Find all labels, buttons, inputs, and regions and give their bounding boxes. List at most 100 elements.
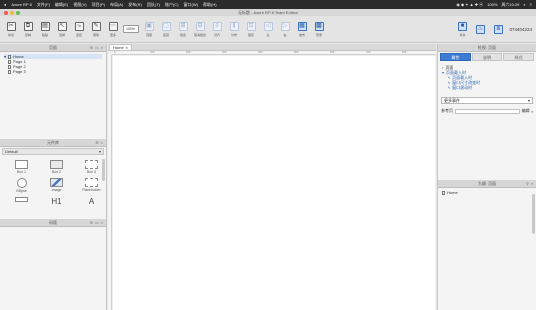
event-onscroll[interactable]: ϟ 窗口滚动时: [442, 85, 532, 90]
align-button[interactable]: ≡ 对齐: [210, 19, 224, 39]
search-icon[interactable]: ⌕: [101, 140, 103, 145]
send-back-button[interactable]: ▢ 底层: [159, 19, 173, 39]
page-label: Page 3: [13, 69, 26, 74]
share-icon: ♨: [475, 24, 485, 34]
menu-item[interactable]: 视图(V): [73, 2, 86, 8]
widget-image[interactable]: Image: [41, 178, 72, 193]
menu-item[interactable]: 编辑(E): [55, 2, 68, 8]
add-master-icon[interactable]: ⊕: [90, 220, 93, 225]
paste-button[interactable]: ▤ 粘贴: [38, 19, 52, 39]
group-button[interactable]: ⊞ 组合: [176, 19, 190, 39]
connect-button[interactable]: ⤷ 连接: [72, 19, 86, 39]
publish-button[interactable]: ▦ 发布: [295, 19, 309, 39]
battery-status: 100%: [487, 1, 498, 7]
account-name[interactable]: 074404224: [509, 27, 532, 32]
left-button[interactable]: ◁ 左: [261, 19, 275, 39]
widget-button[interactable]: [6, 197, 37, 206]
send-back-icon: ▢: [161, 21, 171, 31]
widget-text[interactable]: A: [76, 197, 107, 206]
search-icon[interactable]: ⌕: [101, 45, 103, 50]
widget-ellipse[interactable]: Ellipse: [6, 178, 37, 193]
horizontal-ruler: 0 100 200 300 400 500 600 700 800: [112, 51, 436, 55]
add-library-icon[interactable]: ⊕: [95, 140, 98, 145]
send-back-label: 底层: [162, 32, 169, 37]
ruler-mark: 200: [186, 51, 191, 54]
search-icon[interactable]: ⌕: [101, 220, 103, 225]
design-canvas[interactable]: [113, 56, 435, 310]
copy-button[interactable]: ⧉ 复制: [21, 19, 35, 39]
widget-box-2[interactable]: Box 2: [41, 160, 72, 174]
more-button[interactable]: ⋯ 更多: [106, 19, 120, 39]
share-button[interactable]: ♨: [473, 19, 487, 39]
chevron-down-icon[interactable]: ▾: [4, 54, 6, 59]
apple-icon[interactable]: ●: [4, 2, 6, 7]
tab-properties[interactable]: 属性: [440, 53, 471, 61]
team-button[interactable]: ■ 共享: [455, 19, 469, 39]
publish-label: 发布: [298, 32, 305, 37]
canvas-area: Home × 0 100 200 300 400 500 600 700 800: [108, 44, 436, 310]
lock-button[interactable]: ⊡ 锁定: [244, 19, 258, 39]
page-item-3[interactable]: Page 3: [4, 69, 102, 74]
filter-icon[interactable]: ⚲: [526, 181, 529, 186]
add-page-icon[interactable]: ⊕: [90, 45, 93, 50]
outline-scrollbar[interactable]: [532, 194, 535, 234]
edit-link[interactable]: 编辑: [522, 108, 530, 114]
menu-item[interactable]: 团队(T): [147, 2, 160, 8]
tab-notes[interactable]: 说明: [471, 53, 503, 61]
menu-item[interactable]: 项目(P): [92, 2, 105, 8]
add-folder-icon[interactable]: ▭: [95, 45, 99, 50]
ruler-mark: 0: [114, 51, 116, 54]
box-shape-icon: [15, 160, 28, 169]
cut-button[interactable]: ✂ 剪切: [4, 19, 18, 39]
menu-item[interactable]: 账户(C): [165, 2, 179, 8]
masters-panel-title: 母版: [49, 219, 57, 225]
widget-box-1[interactable]: Box 1: [6, 160, 37, 174]
chevron-down-icon[interactable]: ▾: [442, 70, 444, 75]
more-events-select[interactable]: 更多事件 ▾: [441, 97, 533, 104]
add-folder-icon[interactable]: ▭: [95, 220, 99, 225]
search-icon[interactable]: ⌕: [523, 2, 525, 8]
ungroup-button[interactable]: ⊟ 取消组合: [193, 19, 207, 39]
menu-item[interactable]: 帮助(H): [203, 2, 217, 8]
preview-button[interactable]: ⧈: [491, 19, 505, 39]
box-shape-icon: [85, 160, 98, 169]
menu-item[interactable]: Axure RP 8: [11, 2, 31, 7]
outline-item-home[interactable]: Home: [438, 188, 536, 197]
copy-icon: ⧉: [23, 21, 33, 31]
menu-item[interactable]: 发布(R): [128, 2, 142, 8]
page-icon: [8, 59, 11, 64]
select-button[interactable]: ↖ 选择: [55, 19, 69, 39]
page-icon: [442, 190, 445, 195]
window-titlebar: 无标题 - Axure RP 8 Team Edition: [0, 9, 536, 16]
library-scrollbar[interactable]: [102, 159, 105, 181]
search-icon[interactable]: ⌕: [531, 181, 533, 186]
menu-item[interactable]: 布局(A): [110, 2, 123, 8]
page-icon: [8, 64, 11, 69]
document-tabs: Home ×: [108, 44, 436, 51]
distribute-button[interactable]: ⫼ 分布: [227, 19, 241, 39]
tab-home[interactable]: Home ×: [109, 44, 133, 50]
right-sidebar: 检视: 页面 属性 说明 样式 › 页面 ▾ 页面载入时 ϟ 页面载入时 ϟ 窗口尺寸改…: [437, 44, 536, 310]
main-toolbar: ✂ 剪切 ⧉ 复制 ▤ 粘贴 ↖ 选择 ⤷ 连接 ✎ 钢笔 ⋯ 更多 100% ▣ 顶层 ▢ 底层…: [0, 16, 536, 43]
bring-front-button[interactable]: ▣ 顶层: [142, 19, 156, 39]
right-button[interactable]: ▷ 右: [278, 19, 292, 39]
pen-button[interactable]: ✎ 钢笔: [89, 19, 103, 39]
event-list: › 页面 ▾ 页面载入时 ϟ 页面载入时 ϟ 窗口尺寸改变时 ϟ 窗口滚动时: [438, 62, 536, 93]
reference-page-input[interactable]: [455, 108, 520, 114]
zoom-select[interactable]: 100%: [123, 25, 139, 33]
login-button[interactable]: ▩ 登录: [312, 19, 326, 39]
library-select[interactable]: Default ▾: [2, 148, 104, 155]
lock-icon: ⊡: [246, 21, 256, 31]
select-label: 选择: [58, 32, 65, 37]
status-icons[interactable]: ◉ ◆ ✦ ▲ ✚ ⦿: [456, 2, 483, 8]
left-sidebar: 页面 ⊕ ▭ ⌕ ▾ Home Page 1 Page 2 Page 3 元件库 ⊕ ⌕…: [0, 44, 107, 310]
menu-list-icon[interactable]: ≡: [530, 2, 532, 8]
widget-label: Box 2: [52, 170, 61, 174]
menu-item[interactable]: 文件(F): [37, 2, 50, 8]
close-icon[interactable]: ×: [126, 45, 128, 50]
tab-style[interactable]: 样式: [503, 53, 535, 61]
more-label: 更多: [109, 32, 116, 37]
widget-heading[interactable]: H1: [41, 197, 72, 206]
menu-item[interactable]: 窗口(W): [184, 2, 198, 8]
square-icon[interactable]: ▪: [532, 109, 533, 114]
